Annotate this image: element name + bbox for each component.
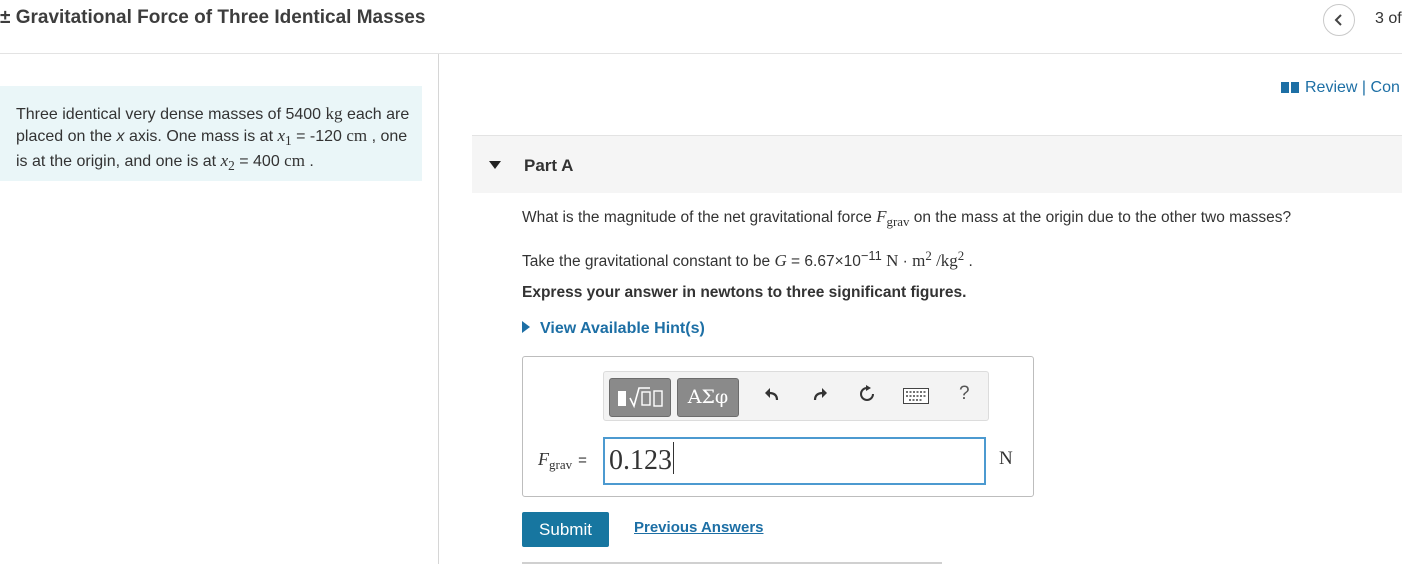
symbols-button[interactable]: ΑΣφ <box>677 378 739 417</box>
text-cursor <box>673 442 674 474</box>
redo-icon[interactable] <box>812 386 828 402</box>
answer-label: Fgrav = <box>538 449 587 473</box>
answer-input[interactable]: 0.123 <box>603 437 986 485</box>
templates-button[interactable] <box>609 378 671 417</box>
top-bar: ± Gravitational Force of Three Identical… <box>0 0 1402 54</box>
book-icon <box>1281 82 1299 93</box>
answer-instructions: Express your answer in newtons to three … <box>522 284 967 301</box>
problem-statement: Three identical very dense masses of 540… <box>0 86 422 181</box>
caret-right-icon <box>522 321 530 333</box>
chevron-left-icon <box>1334 14 1342 26</box>
reset-icon[interactable] <box>858 385 876 403</box>
page-title: ± Gravitational Force of Three Identical… <box>0 7 426 28</box>
answer-box: ΑΣφ ? Fgrav = 0.123 N <box>522 356 1034 497</box>
keyboard-icon[interactable] <box>903 388 929 404</box>
review-link[interactable]: Review | Con <box>1281 79 1400 97</box>
undo-icon[interactable] <box>764 386 780 402</box>
question-text: What is the magnitude of the net gravita… <box>522 207 1292 230</box>
submit-button[interactable]: Submit <box>522 512 609 547</box>
caret-down-icon <box>489 161 501 169</box>
problem-text: Three identical very dense masses of 540… <box>16 104 410 174</box>
item-counter: 3 of <box>1375 10 1402 27</box>
column-divider <box>438 54 439 564</box>
gravitational-constant-text: Take the gravitational constant to be G … <box>522 248 973 271</box>
previous-answers-link[interactable]: Previous Answers <box>634 519 764 536</box>
templates-icon <box>618 387 663 409</box>
answer-unit: N <box>999 448 1013 469</box>
help-button[interactable]: ? <box>959 383 970 405</box>
part-a-header[interactable]: Part A <box>472 135 1402 193</box>
view-hints-link[interactable]: View Available Hint(s) <box>522 320 705 338</box>
math-toolbar: ΑΣφ ? <box>603 371 989 421</box>
previous-item-button[interactable] <box>1323 4 1355 36</box>
part-title: Part A <box>524 156 574 175</box>
